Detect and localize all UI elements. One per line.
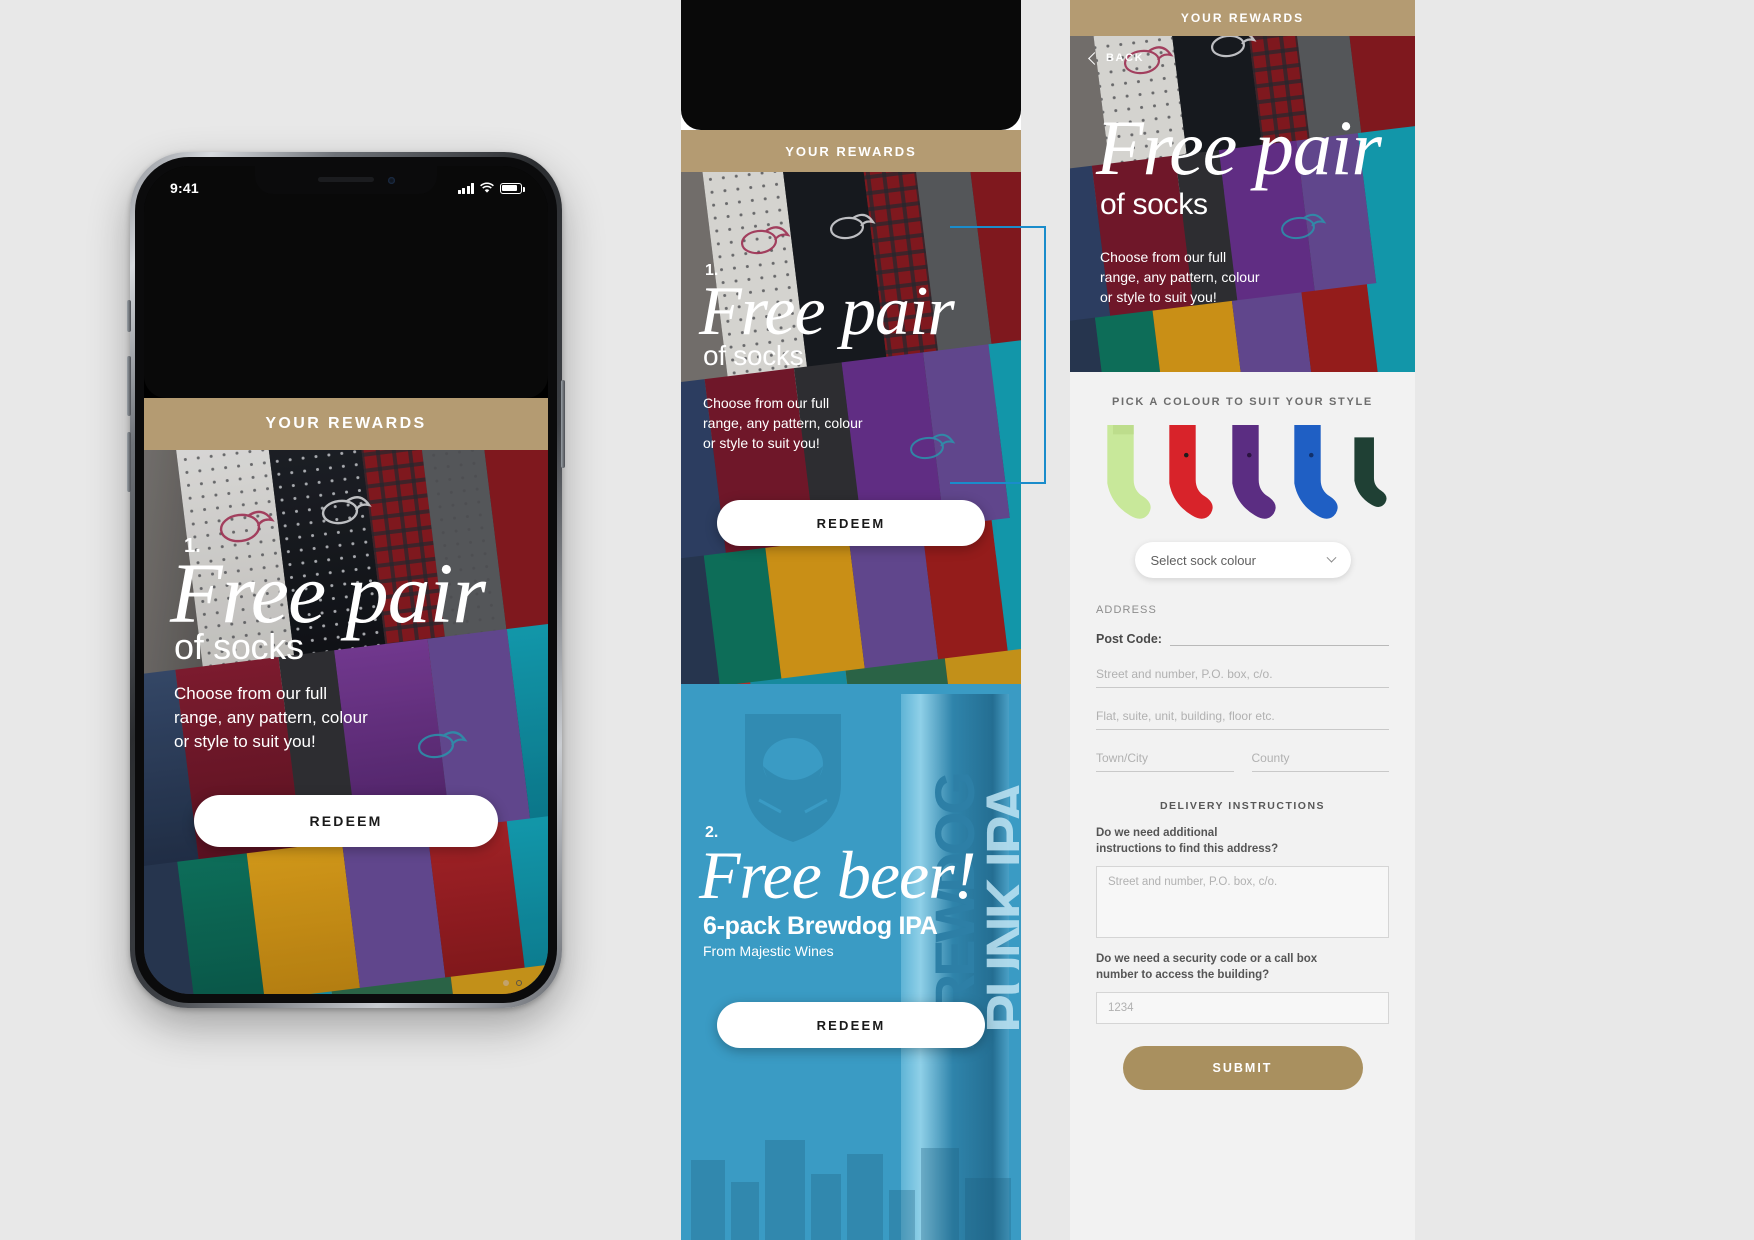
cellular-bars-icon	[457, 182, 474, 194]
sock-colour-select[interactable]: Select sock colour	[1134, 542, 1351, 578]
wifi-icon	[480, 182, 494, 193]
submit-button[interactable]: SUBMIT	[1122, 1046, 1363, 1091]
phone-screen: 1. Free pair of socks Choose from our fu…	[144, 166, 548, 994]
phone-mockup: 1. Free pair of socks Choose from our fu…	[127, 152, 565, 1008]
security-code-placeholder: 1234	[1108, 1002, 1134, 1015]
street-field[interactable]: Street and number, P.O. box, c/o.	[1096, 667, 1389, 688]
detail-title-serif: Free pair	[1096, 104, 1382, 191]
phone-mute-switch[interactable]	[127, 300, 131, 332]
your-rewards-banner: YOUR REWARDS	[681, 130, 1021, 172]
back-button[interactable]: BACK	[1088, 51, 1145, 65]
reward-card-2-list[interactable]: BREWDOG PUNK IPA 2. Free beer! 6-pack Br…	[681, 684, 1021, 1240]
detail-hero: BACK Free pair of socks Choose from our …	[1070, 0, 1415, 372]
earpiece-speaker	[318, 177, 374, 182]
town-city-field[interactable]: Town/City	[1096, 751, 1234, 772]
county-field[interactable]: County	[1251, 751, 1389, 772]
sock-swatch-purple[interactable]	[1221, 420, 1279, 526]
pager-dot-inactive[interactable]	[516, 980, 522, 986]
rewards-list-panel: 1. Free pair of socks Choose from our fu…	[681, 0, 1021, 1240]
front-camera	[388, 177, 395, 184]
sock-swatch-blue[interactable]	[1283, 420, 1341, 526]
battery-icon	[500, 182, 525, 194]
sock-swatch-darkgreen[interactable]	[1346, 420, 1389, 526]
reward-title-serif: Free beer!	[699, 837, 976, 913]
delivery-question-1: Do we need additional instructions to fi…	[1096, 827, 1279, 855]
sock-swatch-green[interactable]	[1096, 420, 1154, 526]
town-city-placeholder: Town/City	[1096, 751, 1149, 765]
reward-title-sans: of socks	[174, 626, 304, 667]
chevron-down-icon	[1326, 552, 1336, 563]
chevron-left-icon	[1088, 51, 1101, 65]
reward-body: Choose from our full range, any pattern,…	[174, 684, 368, 752]
flat-placeholder: Flat, suite, unit, building, floor etc.	[1096, 709, 1275, 723]
street-placeholder: Street and number, P.O. box, c/o.	[1096, 667, 1273, 681]
your-rewards-label: YOUR REWARDS	[1180, 11, 1305, 25]
reward-title-sans: 6-pack Brewdog IPA	[703, 912, 938, 940]
sock-swatch-red[interactable]	[1158, 420, 1216, 526]
phone-notch	[255, 166, 437, 194]
post-code-row: Post Code:	[1096, 628, 1389, 646]
address-section-label: ADDRESS	[1096, 604, 1157, 616]
reward-card-1[interactable]: 1. Free pair of socks Choose from our fu…	[144, 450, 548, 994]
county-placeholder: County	[1251, 751, 1290, 765]
post-code-input[interactable]	[1169, 628, 1389, 646]
reward-title-serif: Free pair	[699, 273, 955, 350]
reward-detail-panel: BACK Free pair of socks Choose from our …	[1070, 0, 1415, 1240]
delivery-instructions-textarea[interactable]: Street and number, P.O. box, c/o.	[1096, 866, 1389, 939]
city-county-row: Town/City County	[1096, 751, 1389, 772]
flat-field[interactable]: Flat, suite, unit, building, floor etc.	[1096, 709, 1389, 730]
pick-colour-title: PICK A COLOUR TO SUIT YOUR STYLE	[1112, 396, 1373, 408]
security-code-input[interactable]: 1234	[1096, 992, 1389, 1025]
detail-form: PICK A COLOUR TO SUIT YOUR STYLE Select …	[1070, 372, 1415, 1240]
your-rewards-label: YOUR REWARDS	[785, 143, 917, 159]
phone-volume-up-button[interactable]	[127, 356, 131, 416]
pager-dot-active[interactable]	[503, 980, 509, 986]
your-rewards-label: YOUR REWARDS	[265, 415, 427, 432]
redeem-button-1-list[interactable]: REDEEM	[717, 500, 985, 546]
can-text-front: PUNK IPA	[974, 784, 1019, 1033]
phone-power-button[interactable]	[561, 380, 565, 468]
delivery-instructions-title: DELIVERY INSTRUCTIONS	[1159, 800, 1326, 812]
carousel-pager[interactable]	[503, 980, 522, 986]
detail-title-sans: of socks	[1100, 188, 1208, 221]
back-label: BACK	[1106, 52, 1145, 64]
delivery-question-2: Do we need a security code or a call box…	[1096, 953, 1318, 981]
brewdog-shield-icon	[745, 714, 841, 842]
sock-colour-swatches	[1096, 420, 1389, 526]
reward-body: Choose from our full range, any pattern,…	[703, 395, 863, 451]
screenshot-stage: 1. Free pair of socks Choose from our fu…	[0, 0, 1754, 1240]
status-time: 9:41	[170, 180, 199, 196]
reward-subtitle: From Majestic Wines	[703, 943, 834, 959]
reward-title-sans: of socks	[703, 340, 804, 371]
city-skyline-art	[691, 1140, 1011, 1240]
your-rewards-banner: YOUR REWARDS	[144, 398, 548, 450]
your-rewards-banner: YOUR REWARDS	[1070, 0, 1415, 36]
sock-colour-select-value: Select sock colour	[1150, 552, 1257, 568]
phone-volume-down-button[interactable]	[127, 432, 131, 492]
reward-card-1-list[interactable]: 1. Free pair of socks Choose from our fu…	[681, 172, 1021, 684]
reward-title-serif: Free pair	[170, 545, 486, 641]
redeem-button-2-list[interactable]: REDEEM	[717, 1002, 985, 1048]
app-header-panel	[681, 0, 1021, 130]
detail-hero-body: Choose from our full range, any pattern,…	[1100, 249, 1260, 305]
delivery-textarea-placeholder: Street and number, P.O. box, c/o.	[1108, 876, 1278, 889]
post-code-label: Post Code:	[1096, 632, 1162, 646]
redeem-button-1[interactable]: REDEEM	[194, 795, 498, 847]
